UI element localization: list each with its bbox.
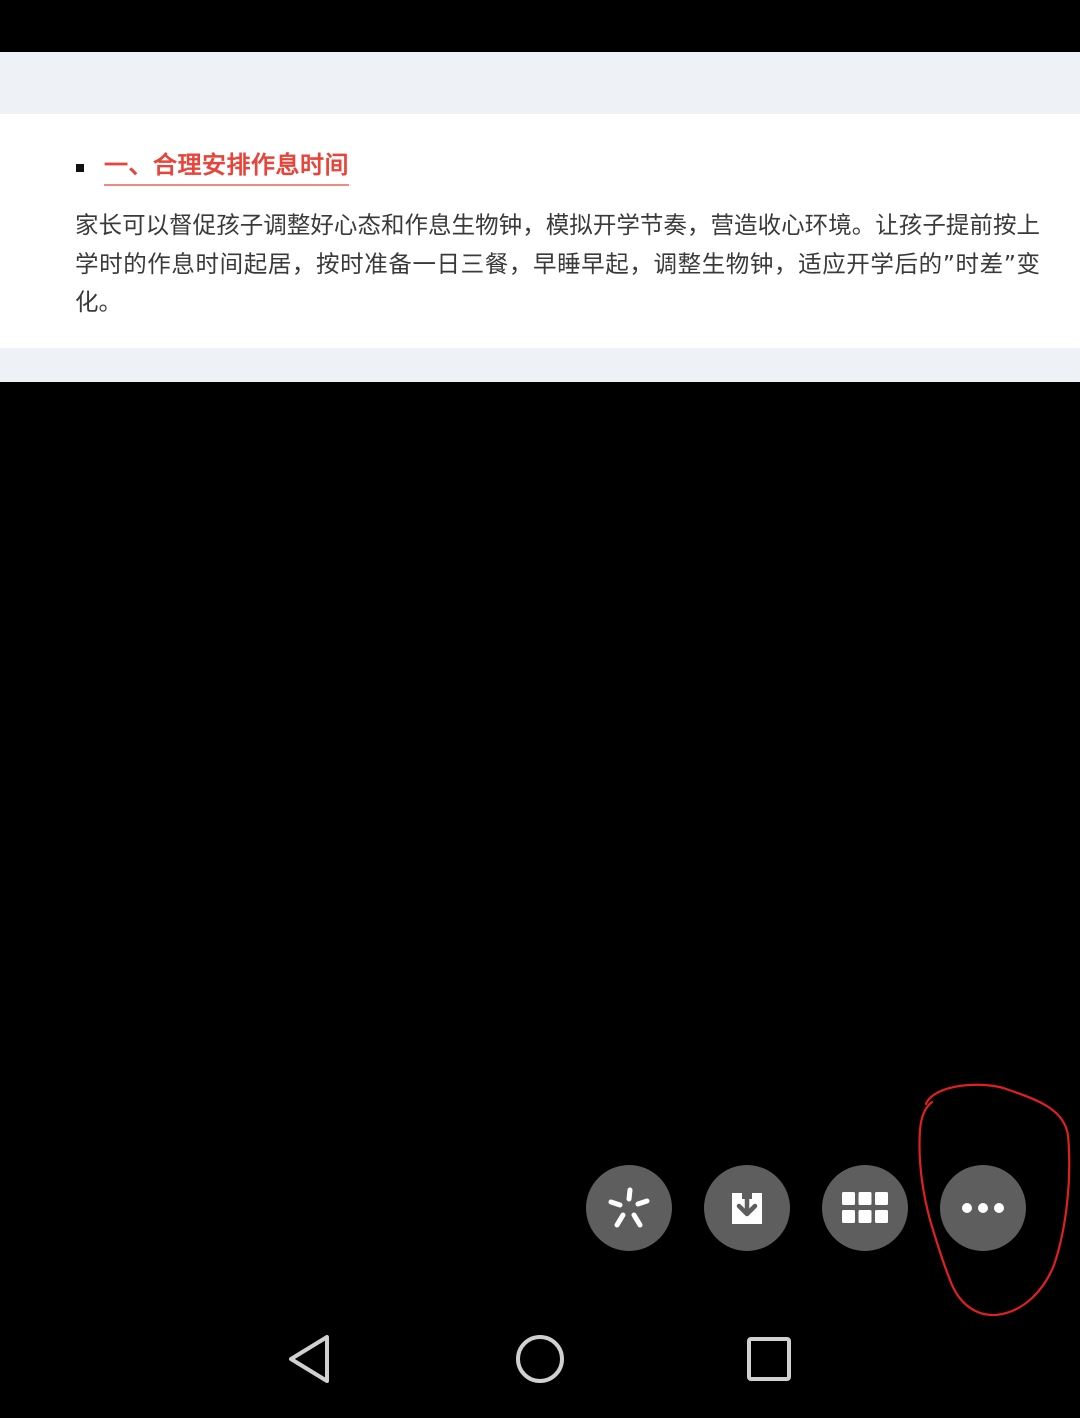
download-icon [727, 1188, 767, 1228]
share-button[interactable] [586, 1165, 672, 1251]
recents-square-icon [745, 1335, 793, 1383]
pinwheel-icon [607, 1186, 651, 1230]
red-circle-annotation [918, 1083, 1071, 1316]
grid-icon [842, 1192, 888, 1224]
article-panel: 一、合理安排作息时间 家长可以督促孩子调整好心态和作息生物钟，模拟开学节奏，营造… [0, 114, 1080, 348]
apps-button[interactable] [822, 1165, 908, 1251]
navigation-bar [0, 1300, 1080, 1418]
back-triangle-icon [285, 1333, 333, 1385]
home-circle-icon [514, 1333, 566, 1385]
home-button[interactable] [505, 1324, 575, 1394]
section-heading: 一、合理安排作息时间 [104, 150, 349, 186]
article-paragraph: 家长可以督促孩子调整好心态和作息生物钟，模拟开学节奏，营造收心环境。让孩子提前按… [75, 211, 1040, 316]
back-button[interactable] [274, 1324, 344, 1394]
bullet-marker [76, 164, 84, 172]
image-preview[interactable]: 一、合理安排作息时间 家长可以督促孩子调整好心态和作息生物钟，模拟开学节奏，营造… [0, 52, 1080, 382]
heading-row: 一、合理安排作息时间 [76, 148, 349, 188]
save-button[interactable] [704, 1165, 790, 1251]
recents-button[interactable] [734, 1324, 804, 1394]
